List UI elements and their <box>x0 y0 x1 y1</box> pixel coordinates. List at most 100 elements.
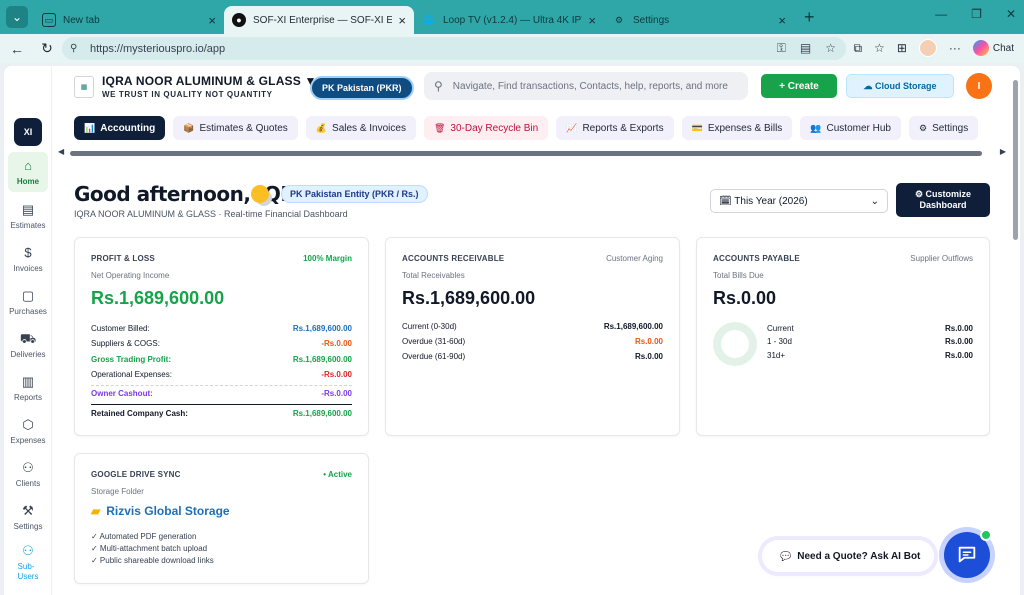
globe-icon: 🌐 <box>423 14 435 25</box>
ai-bot-prompt[interactable]: 💬 Need a Quote? Ask AI Bot <box>762 540 934 572</box>
pl-row: Suppliers & COGS: -Rs.0.00 <box>91 339 352 351</box>
period-select[interactable]: 🗓 This Year (2026) ⌄ <box>710 189 888 213</box>
chat-button[interactable] <box>944 529 992 578</box>
scroll-right-icon[interactable]: ▶ <box>1000 147 1006 156</box>
row-value: -Rs.0.00 <box>321 339 352 348</box>
sidebar-item-clients[interactable]: ⚇ Clients <box>8 454 48 494</box>
tab-expenses-bills[interactable]: 💳 Expenses & Bills <box>681 116 793 140</box>
scroll-thumb[interactable] <box>1013 80 1018 240</box>
sidebar-item-invoices[interactable]: $ Invoices <box>8 239 48 279</box>
sidebar-item-expenses[interactable]: ⬡ Expenses <box>8 411 48 451</box>
country-selector[interactable]: PK Pakistan (PKR) <box>310 76 414 100</box>
horizontal-scrollbar[interactable]: ◀ ▶ <box>58 147 1006 157</box>
collections-icon[interactable]: ⊞ <box>897 41 907 55</box>
card-title: ACCOUNTS PAYABLE <box>713 254 800 263</box>
tab-recycle-bin[interactable]: 🗑 30-Day Recycle Bin <box>423 116 549 140</box>
user-avatar[interactable]: I <box>966 73 992 99</box>
divider <box>91 404 352 405</box>
search-icon: ⚲ <box>434 79 443 93</box>
card-icon: 💳 <box>691 122 703 133</box>
company-switcher[interactable]: IQRA NOOR ALUMINUM & GLASS ▼ <box>102 74 317 88</box>
site-info-icon[interactable]: ⚲ <box>70 43 82 55</box>
profile-avatar[interactable] <box>918 39 937 57</box>
user-group-icon: ⚇ <box>22 543 34 558</box>
browser-tab-loop[interactable]: 🌐 Loop TV (v1.2.4) — Ultra 4K IPTV × <box>414 6 604 34</box>
sidebar-item-deliveries[interactable]: ⛟ Deliveries <box>8 325 48 365</box>
back-icon[interactable]: ← <box>4 41 30 57</box>
card-subtitle: Total Bills Due <box>713 271 764 280</box>
row-value: Rs.1,689,600.00 <box>292 409 352 418</box>
tab-customer-hub[interactable]: 👥 Customer Hub <box>800 116 901 140</box>
folder-name: Rizvis Global Storage <box>106 504 230 518</box>
sidebar-item-settings[interactable]: ⚒ Settings <box>8 497 48 537</box>
customize-dashboard-button[interactable]: ⚙ Customize Dashboard <box>896 183 990 217</box>
tab-settings[interactable]: ⚙ Settings <box>908 116 979 140</box>
tab-estimates-quotes[interactable]: 📦 Estimates & Quotes <box>173 116 298 140</box>
tab-reports-exports[interactable]: 📈 Reports & Exports <box>556 116 674 140</box>
box-icon: 📦 <box>183 122 195 133</box>
close-icon[interactable]: × <box>398 13 406 28</box>
sidebar-item-label: Purchases <box>9 306 47 316</box>
tab-sales-invoices[interactable]: 💰 Sales & Invoices <box>305 116 416 140</box>
browser-tab-new[interactable]: ▭ New tab × <box>34 6 224 34</box>
trend-icon: 📈 <box>566 122 578 133</box>
tab-list-dropdown-icon[interactable]: ⌄ <box>6 6 28 28</box>
row-label: Current <box>767 324 794 333</box>
restore-icon[interactable]: ❐ <box>971 7 982 21</box>
module-tabs: 📊 Accounting 📦 Estimates & Quotes 💰 Sales &… <box>74 116 1014 140</box>
browser-toolbar: ← ↻ ⚲ https://mysteriouspro.io/app ⚿ ▤ ☆… <box>0 34 1024 63</box>
new-tab-icon[interactable]: + <box>804 7 815 28</box>
chart-icon: 📊 <box>84 122 96 133</box>
scroll-thumb[interactable] <box>70 151 982 156</box>
create-button[interactable]: + Create <box>761 74 837 98</box>
copilot-icon <box>972 40 989 56</box>
close-icon[interactable]: × <box>588 13 596 28</box>
copilot-button[interactable]: Chat <box>972 40 1014 56</box>
sidebar-item-label: Reports <box>13 392 42 402</box>
split-screen-icon[interactable]: ⧉ <box>853 41 862 56</box>
close-window-icon[interactable]: ✕ <box>1006 7 1016 21</box>
tab-label: Customer Hub <box>826 122 891 134</box>
sidebar-item-home[interactable]: ⌂ Home <box>8 152 48 192</box>
card-title: ACCOUNTS RECEIVABLE <box>402 254 505 263</box>
browser-tab-bar: ⌄ ▭ New tab × ● SOF-XI Enterprise — SOF-… <box>0 0 1024 34</box>
scroll-left-icon[interactable]: ◀ <box>58 147 64 156</box>
net-income-amount: Rs.1,689,600.00 <box>91 288 225 308</box>
accounts-receivable-card: ACCOUNTS RECEIVABLE Customer Aging Total… <box>385 237 680 436</box>
tab-accounting[interactable]: 📊 Accounting <box>74 116 166 140</box>
sidebar-item-sub-users[interactable]: ⚇ Sub- Users <box>8 540 48 586</box>
address-bar[interactable]: ⚲ https://mysteriouspro.io/app <box>62 37 846 60</box>
browser-tab-active[interactable]: ● SOF-XI Enterprise — SOF-XI ERP × <box>224 6 414 34</box>
sidebar-item-reports[interactable]: ▥ Reports <box>8 368 48 408</box>
address-bar-actions: ⚿ ▤ ☆ <box>777 41 836 56</box>
minimize-icon[interactable]: — <box>935 7 947 21</box>
sidebar-item-purchases[interactable]: ▢ Purchases <box>8 282 48 322</box>
pl-row: Owner Cashout: -Rs.0.00 <box>91 389 352 401</box>
card-subtitle: Total Receivables <box>402 271 465 280</box>
favorites-icon[interactable]: ☆ <box>874 41 885 55</box>
cloud-storage-button[interactable]: ☁ Cloud Storage <box>846 74 954 98</box>
reload-icon[interactable]: ↻ <box>34 40 60 57</box>
key-icon[interactable]: ⚿ <box>777 41 786 56</box>
ai-bot-label: Need a Quote? Ask AI Bot <box>797 550 921 562</box>
feature-item: ✓ Multi-attachment batch upload <box>91 544 208 553</box>
favorite-star-icon[interactable]: ☆ <box>825 41 836 56</box>
browser-tab-settings[interactable]: ⚙ Settings × <box>604 6 794 34</box>
google-drive-sync-card: GOOGLE DRIVE SYNC • Active Storage Folde… <box>74 453 369 584</box>
ar-row: Overdue (61-90d) Rs.0.00 <box>402 352 663 364</box>
row-label: Retained Company Cash: <box>91 409 188 418</box>
vertical-scrollbar[interactable] <box>1010 66 1020 595</box>
more-icon[interactable]: ··· <box>949 41 961 55</box>
card-caption: Supplier Outflows <box>910 254 973 263</box>
close-icon[interactable]: × <box>208 13 216 28</box>
global-search-input[interactable]: ⚲ Navigate, Find transactions, Contacts,… <box>424 72 748 100</box>
app-logo[interactable]: XI <box>14 118 42 146</box>
sidebar-item-label: Estimates <box>10 220 46 230</box>
company-logo: ▦ <box>74 76 94 98</box>
home-icon: ⌂ <box>24 157 32 173</box>
storage-folder-link[interactable]: ▰ Rizvis Global Storage <box>91 504 230 518</box>
reader-icon[interactable]: ▤ <box>800 41 811 56</box>
close-icon[interactable]: × <box>778 13 786 28</box>
dollar-icon: $ <box>24 244 32 260</box>
sidebar-item-estimates[interactable]: ▤ Estimates <box>8 196 48 236</box>
